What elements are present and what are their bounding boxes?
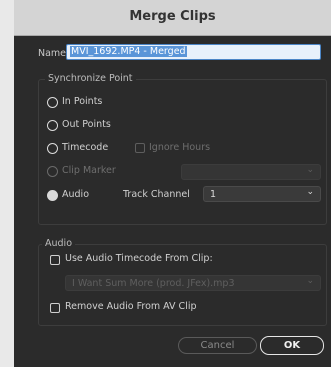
in-points-radio[interactable] [47, 97, 58, 108]
audio-label[interactable]: Audio [62, 189, 89, 200]
remove-audio-checkbox[interactable] [50, 303, 60, 313]
timecode-label[interactable]: Timecode [62, 142, 108, 153]
use-audio-timecode-label[interactable]: Use Audio Timecode From Clip: [65, 253, 213, 264]
name-input[interactable]: MVI_1692.MP4 - Merged [66, 44, 321, 60]
audio-radio[interactable] [47, 190, 58, 201]
track-channel-value: 1 [210, 189, 217, 200]
track-channel-label: Track Channel [123, 189, 190, 200]
out-points-label[interactable]: Out Points [62, 119, 111, 130]
out-points-radio[interactable] [47, 120, 58, 131]
merge-clips-dialog: Merge Clips Name: MVI_1692.MP4 - Merged … [14, 0, 331, 367]
clip-marker-label: Clip Marker [62, 165, 116, 176]
chevron-down-icon: ⌄ [306, 165, 314, 175]
chevron-down-icon: ⌄ [306, 276, 314, 286]
timecode-radio[interactable] [47, 143, 58, 154]
name-label: Name: [38, 48, 70, 59]
track-channel-select[interactable]: 1 ⌄ [203, 186, 321, 202]
audio-clip-select[interactable]: I Want Sum More (prod. JFex).mp3 ⌄ [65, 275, 321, 291]
dialog-title: Merge Clips [129, 9, 216, 24]
chevron-down-icon: ⌄ [306, 187, 314, 197]
clip-marker-radio[interactable] [47, 166, 58, 177]
audio-legend: Audio [42, 238, 76, 249]
remove-audio-label[interactable]: Remove Audio From AV Clip [65, 301, 197, 312]
clip-marker-select[interactable]: ⌄ [181, 164, 321, 180]
ignore-hours-label: Ignore Hours [149, 142, 211, 153]
name-input-value: MVI_1692.MP4 - Merged [70, 46, 187, 57]
ok-button[interactable]: OK [260, 336, 324, 355]
title-bar[interactable]: Merge Clips [14, 0, 331, 36]
synchronize-point-legend: Synchronize Point [45, 73, 136, 84]
synchronize-point-group: Synchronize Point In Points Out Points T… [38, 73, 327, 225]
in-points-label[interactable]: In Points [62, 96, 102, 107]
background-window-edge [0, 0, 14, 367]
cancel-button[interactable]: Cancel [178, 337, 257, 354]
use-audio-timecode-checkbox[interactable] [50, 255, 60, 265]
audio-clip-select-value: I Want Sum More (prod. JFex).mp3 [72, 278, 235, 289]
audio-group: Audio Use Audio Timecode From Clip: I Wa… [38, 238, 327, 326]
ignore-hours-checkbox[interactable] [135, 143, 145, 153]
